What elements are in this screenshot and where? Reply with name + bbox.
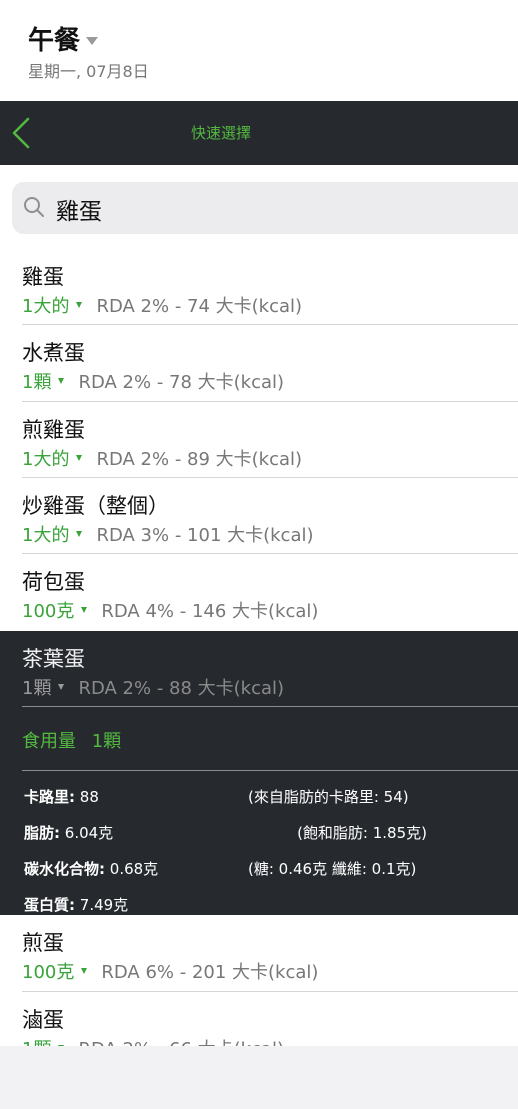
rda-text: RDA 2% - 78 大卡(kcal): [78, 372, 285, 393]
expanded-food-panel: 茶葉蛋 1顆 RDA 2% - 88 大卡(kcal) 食用量 1顆 卡路里: …: [0, 631, 518, 915]
meal-selector[interactable]: 午餐: [28, 20, 99, 57]
search-icon: [24, 197, 44, 217]
food-name: 煎蛋: [22, 931, 64, 955]
bottom-blank-area: [0, 1046, 518, 1109]
food-detail: 100克 RDA 6% - 201 大卡(kcal): [22, 958, 318, 984]
portion-value: 1顆: [91, 731, 122, 752]
food-name: 煎雞蛋: [22, 418, 85, 442]
portion-selector[interactable]: 食用量 1顆: [22, 727, 121, 753]
carbs-row: 碳水化合物: 0.68克: [24, 858, 158, 879]
food-detail: 1大的 RDA 2% - 74 大卡(kcal): [22, 292, 302, 318]
list-item[interactable]: 滷蛋 1顆 RDA 2% - 66 大卡(kcal): [0, 992, 518, 1046]
rda-text: RDA 2% - 74 大卡(kcal): [96, 296, 303, 317]
dropdown-triangle-icon: [76, 302, 83, 308]
rda-text: RDA 2% - 66 大卡(kcal): [78, 1035, 284, 1046]
results-list: 雞蛋 1大的 RDA 2% - 74 大卡(kcal) 水煮蛋 1顆 RDA 2…: [0, 249, 518, 1046]
caret-down-icon: [86, 36, 99, 45]
calories-label: 卡路里:: [24, 788, 75, 806]
dropdown-triangle-icon: [58, 378, 65, 384]
protein-row: 蛋白質: 7.49克: [24, 894, 128, 915]
list-item[interactable]: 炒雞蛋（整個） 1大的 RDA 3% - 101 大卡(kcal): [0, 478, 518, 554]
rda-text: RDA 4% - 146 大卡(kcal): [101, 601, 319, 622]
list-item[interactable]: 煎蛋 100克 RDA 6% - 201 大卡(kcal): [0, 915, 518, 992]
serving-selector[interactable]: 1顆: [22, 1035, 51, 1046]
food-detail: 1顆 RDA 2% - 78 大卡(kcal): [22, 368, 284, 394]
dropdown-triangle-icon: [76, 455, 83, 461]
food-name: 水煮蛋: [22, 341, 85, 365]
protein-value: 7.49克: [79, 896, 129, 914]
food-name: 荷包蛋: [22, 570, 85, 594]
food-detail: 1大的 RDA 3% - 101 大卡(kcal): [22, 521, 314, 547]
portion-label: 食用量: [22, 731, 76, 752]
serving-selector[interactable]: 1顆: [22, 674, 51, 700]
food-detail: 1顆 RDA 2% - 88 大卡(kcal): [22, 674, 284, 700]
serving-selector[interactable]: 100克: [22, 597, 74, 623]
carbs-label: 碳水化合物:: [24, 860, 105, 878]
divider: [22, 770, 518, 771]
dropdown-triangle-icon: [81, 968, 88, 974]
search-query[interactable]: 雞蛋: [56, 192, 102, 226]
protein-label: 蛋白質:: [24, 896, 75, 914]
sugar-fiber: (糖: 0.46克 纖維: 0.1克): [248, 860, 417, 878]
saturated-fat: (飽和脂肪: 1.85克): [297, 824, 427, 842]
food-detail: 100克 RDA 4% - 146 大卡(kcal): [22, 597, 318, 623]
fat-label: 脂肪:: [24, 824, 60, 842]
list-item[interactable]: 煎雞蛋 1大的 RDA 2% - 89 大卡(kcal): [0, 402, 518, 478]
rda-text: RDA 2% - 88 大卡(kcal): [78, 678, 285, 699]
food-name: 茶葉蛋: [22, 647, 85, 671]
list-item[interactable]: 雞蛋 1大的 RDA 2% - 74 大卡(kcal): [0, 249, 518, 325]
serving-selector[interactable]: 1大的: [22, 292, 69, 318]
meal-title: 午餐: [28, 26, 81, 56]
divider: [22, 706, 518, 707]
serving-selector[interactable]: 1大的: [22, 521, 69, 547]
date-label: 星期一, 07月8日: [28, 62, 149, 81]
fat-calories: (來自脂肪的卡路里: 54): [248, 788, 409, 806]
list-item[interactable]: 荷包蛋 100克 RDA 4% - 146 大卡(kcal): [0, 554, 518, 631]
dropdown-triangle-icon: [58, 684, 65, 690]
food-detail: 1顆 RDA 2% - 66 大卡(kcal): [22, 1035, 284, 1046]
food-name: 雞蛋: [22, 265, 64, 289]
fat-value: 6.04克: [64, 824, 114, 842]
rda-text: RDA 6% - 201 大卡(kcal): [101, 962, 319, 983]
fat-row: 脂肪: 6.04克: [24, 822, 113, 843]
calories-value: 88: [79, 788, 99, 806]
dropdown-triangle-icon: [81, 607, 88, 613]
quick-select-button[interactable]: 快速選擇: [0, 122, 442, 143]
carbs-value: 0.68克: [109, 860, 159, 878]
list-item[interactable]: 水煮蛋 1顆 RDA 2% - 78 大卡(kcal): [0, 325, 518, 402]
list-item-selected[interactable]: 茶葉蛋 1顆 RDA 2% - 88 大卡(kcal): [0, 631, 518, 707]
serving-selector[interactable]: 100克: [22, 958, 74, 984]
dropdown-triangle-icon: [76, 531, 83, 537]
rda-text: RDA 2% - 89 大卡(kcal): [96, 449, 303, 470]
food-detail: 1大的 RDA 2% - 89 大卡(kcal): [22, 445, 302, 471]
serving-selector[interactable]: 1顆: [22, 368, 51, 394]
calories-row: 卡路里: 88: [24, 786, 99, 807]
rda-text: RDA 3% - 101 大卡(kcal): [96, 525, 314, 546]
food-name: 炒雞蛋（整個）: [22, 494, 169, 518]
serving-selector[interactable]: 1大的: [22, 445, 69, 471]
food-name: 滷蛋: [22, 1008, 64, 1032]
